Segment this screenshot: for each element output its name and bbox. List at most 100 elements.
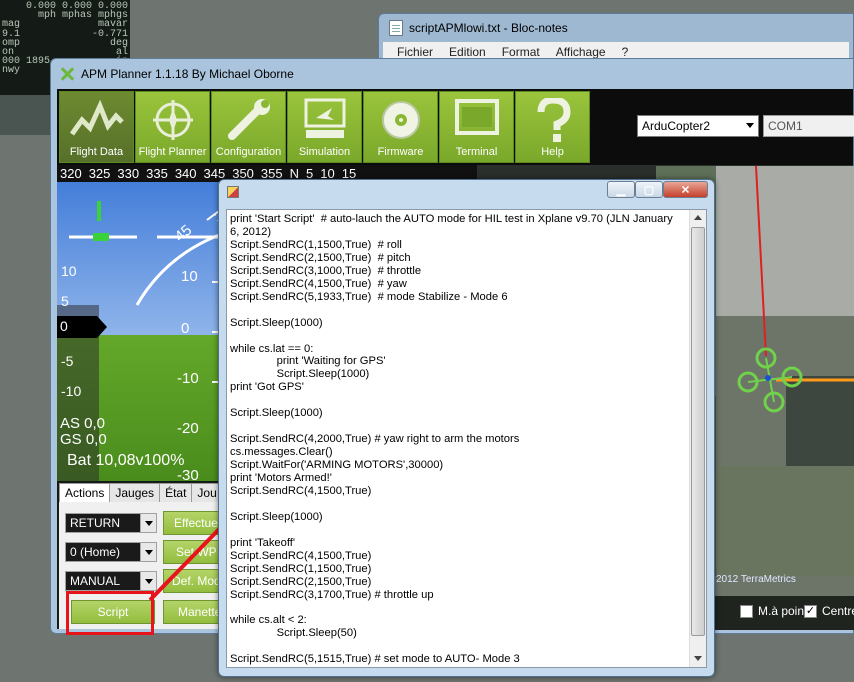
flight-data-icon <box>69 99 124 136</box>
maximize-button[interactable]: ▢ <box>635 181 663 198</box>
toolbar-label: Terminal <box>455 146 498 158</box>
pitch-label: -10 <box>177 370 199 387</box>
script-lines: print 'Start Script' # auto-lauch the AU… <box>230 213 682 666</box>
waypoint-select-value: 0 (Home) <box>70 545 121 559</box>
speed-readout: 0 <box>57 316 107 338</box>
autopan-checkbox[interactable] <box>740 605 753 618</box>
chevron-down-icon <box>140 572 156 590</box>
action-select[interactable]: RETURN <box>65 513 157 533</box>
help-icon <box>537 98 571 142</box>
close-button[interactable]: ✕ <box>663 181 708 198</box>
vehicle-type-select[interactable]: ArduCopter2 <box>637 115 759 137</box>
vertical-scrollbar[interactable] <box>689 210 706 667</box>
com-port-select[interactable]: COM1 <box>763 115 854 137</box>
script-line: Script.Sleep(1000) <box>230 316 323 329</box>
script-line: Script.SendRC(4,1500,True) # yaw <box>230 277 407 290</box>
minimize-icon: ▁ <box>616 184 626 196</box>
script-line <box>230 394 682 407</box>
script-line <box>230 602 682 615</box>
script-button-highlight <box>66 591 154 635</box>
script-line: Script.SendRC(4,2000,True) # yaw right t… <box>230 433 520 446</box>
menu-help[interactable]: ? <box>622 45 629 59</box>
toolbar-label: Simulation <box>298 146 351 158</box>
vehicle-type-value: ArduCopter2 <box>642 119 711 133</box>
groundspeed-text: GS 0,0 <box>60 431 107 448</box>
script-line: cs.messages.Clear() <box>230 446 333 459</box>
script-window[interactable]: ▁ ▢ ✕ print 'Start Script' # auto-lauch … <box>218 179 715 677</box>
autopan-label: M.à point <box>758 604 808 618</box>
speed-label: 10 <box>61 263 77 279</box>
notepad-titlebar[interactable]: scriptAPMlowi.txt - Bloc-notes <box>379 14 853 42</box>
speed-label: -5 <box>61 353 74 369</box>
script-line: print 'Got GPS' <box>230 381 304 394</box>
script-line <box>230 498 682 511</box>
pitch-label: 0 <box>181 320 190 337</box>
toolbar-terminal-button[interactable]: Terminal <box>439 91 514 163</box>
disc-icon <box>381 101 420 139</box>
tab-etat[interactable]: État <box>159 483 193 503</box>
script-window-titlebar[interactable]: ▁ ▢ ✕ <box>219 180 714 206</box>
app-icon <box>227 186 239 198</box>
tab-actions[interactable]: Actions <box>59 483 111 503</box>
notepad-title: scriptAPMlowi.txt - Bloc-notes <box>409 21 568 35</box>
toolbar-label: Firmware <box>377 146 424 158</box>
script-line: while cs.alt < 2: <box>230 614 307 627</box>
script-line: Script.Sleep(1000) <box>230 510 323 523</box>
waypoint-select[interactable]: 0 (Home) <box>65 542 157 562</box>
script-line: Script.SendRC(2,1500,True) # pitch <box>230 251 411 264</box>
pitch-label: 10 <box>181 268 198 285</box>
toolbar-label: Flight Data <box>69 146 124 158</box>
script-line: Script.SendRC(4,1500,True) <box>230 484 372 497</box>
toolbar-help-button[interactable]: Help <box>515 91 590 163</box>
script-editor[interactable]: print 'Start Script' # auto-lauch the AU… <box>226 209 707 668</box>
map-copyright: 2012 TerraMetrics <box>716 574 796 585</box>
airspeed-text: AS 0,0 <box>60 415 106 432</box>
script-line <box>230 420 682 433</box>
chevron-down-icon <box>140 543 156 561</box>
menu-affichage[interactable]: Affichage <box>556 45 606 59</box>
maximize-icon: ▢ <box>643 184 655 196</box>
script-line: while cs.lat == 0: <box>230 342 314 355</box>
script-line: Script.SendRC(5,1515,True) # set mode to… <box>230 653 520 666</box>
notepad-icon <box>389 20 403 36</box>
script-line <box>230 640 682 653</box>
action-tabs: Actions Jauges État Jou <box>59 483 223 503</box>
toolbar-flight-planner-button[interactable]: Flight Planner <box>135 91 210 163</box>
script-line <box>230 524 682 537</box>
script-line: Script.SendRC(5,1933,True) # mode Stabil… <box>230 290 508 303</box>
script-line <box>230 304 682 317</box>
toolbar-flight-data-button[interactable]: Flight Data <box>59 91 134 163</box>
toolbar-simulation-button[interactable]: Simulation <box>287 91 362 163</box>
toolbar-firmware-button[interactable]: Firmware <box>363 91 438 163</box>
center-checkbox[interactable]: ✓ <box>804 605 817 618</box>
scroll-thumb[interactable] <box>691 227 705 636</box>
menu-fichier[interactable]: Fichier <box>397 45 433 59</box>
apm-titlebar[interactable]: APM Planner 1.1.18 By Michael Oborne <box>51 59 853 89</box>
script-line: Script.Sleep(1000) <box>230 407 323 420</box>
com-port-value: COM1 <box>768 119 803 133</box>
script-line: Script.Sleep(50) <box>230 627 357 640</box>
scroll-down-icon[interactable] <box>690 651 706 667</box>
script-line: Script.SendRC(3,1000,True) # throttle <box>230 264 422 277</box>
script-line: Script.SendRC(1,1500,True) # roll <box>230 238 402 251</box>
chevron-down-icon <box>746 123 754 128</box>
compass-icon <box>152 100 193 140</box>
pitch-label: -20 <box>177 420 199 437</box>
tab-jauges[interactable]: Jauges <box>109 483 161 503</box>
menu-format[interactable]: Format <box>502 45 540 59</box>
script-line: Script.SendRC(3,1700,True) # throttle up <box>230 588 434 601</box>
menu-edition[interactable]: Edition <box>449 45 486 59</box>
scroll-up-icon[interactable] <box>690 210 706 226</box>
chevron-down-icon <box>140 514 156 532</box>
center-label: Centré <box>822 604 854 618</box>
terminal-line-left: nwy <box>2 65 21 77</box>
minimize-button[interactable]: ▁ <box>607 181 635 198</box>
toolbar-configuration-button[interactable]: Configuration <box>211 91 286 163</box>
speed-label: -10 <box>61 383 82 399</box>
toolbar-label: Flight Planner <box>138 146 207 158</box>
script-line: Script.Sleep(1000) <box>230 368 370 381</box>
speed-label: 5 <box>61 293 69 309</box>
wrench-icon <box>227 99 270 140</box>
terminal-icon <box>454 99 499 135</box>
mode-select[interactable]: MANUAL <box>65 571 157 591</box>
